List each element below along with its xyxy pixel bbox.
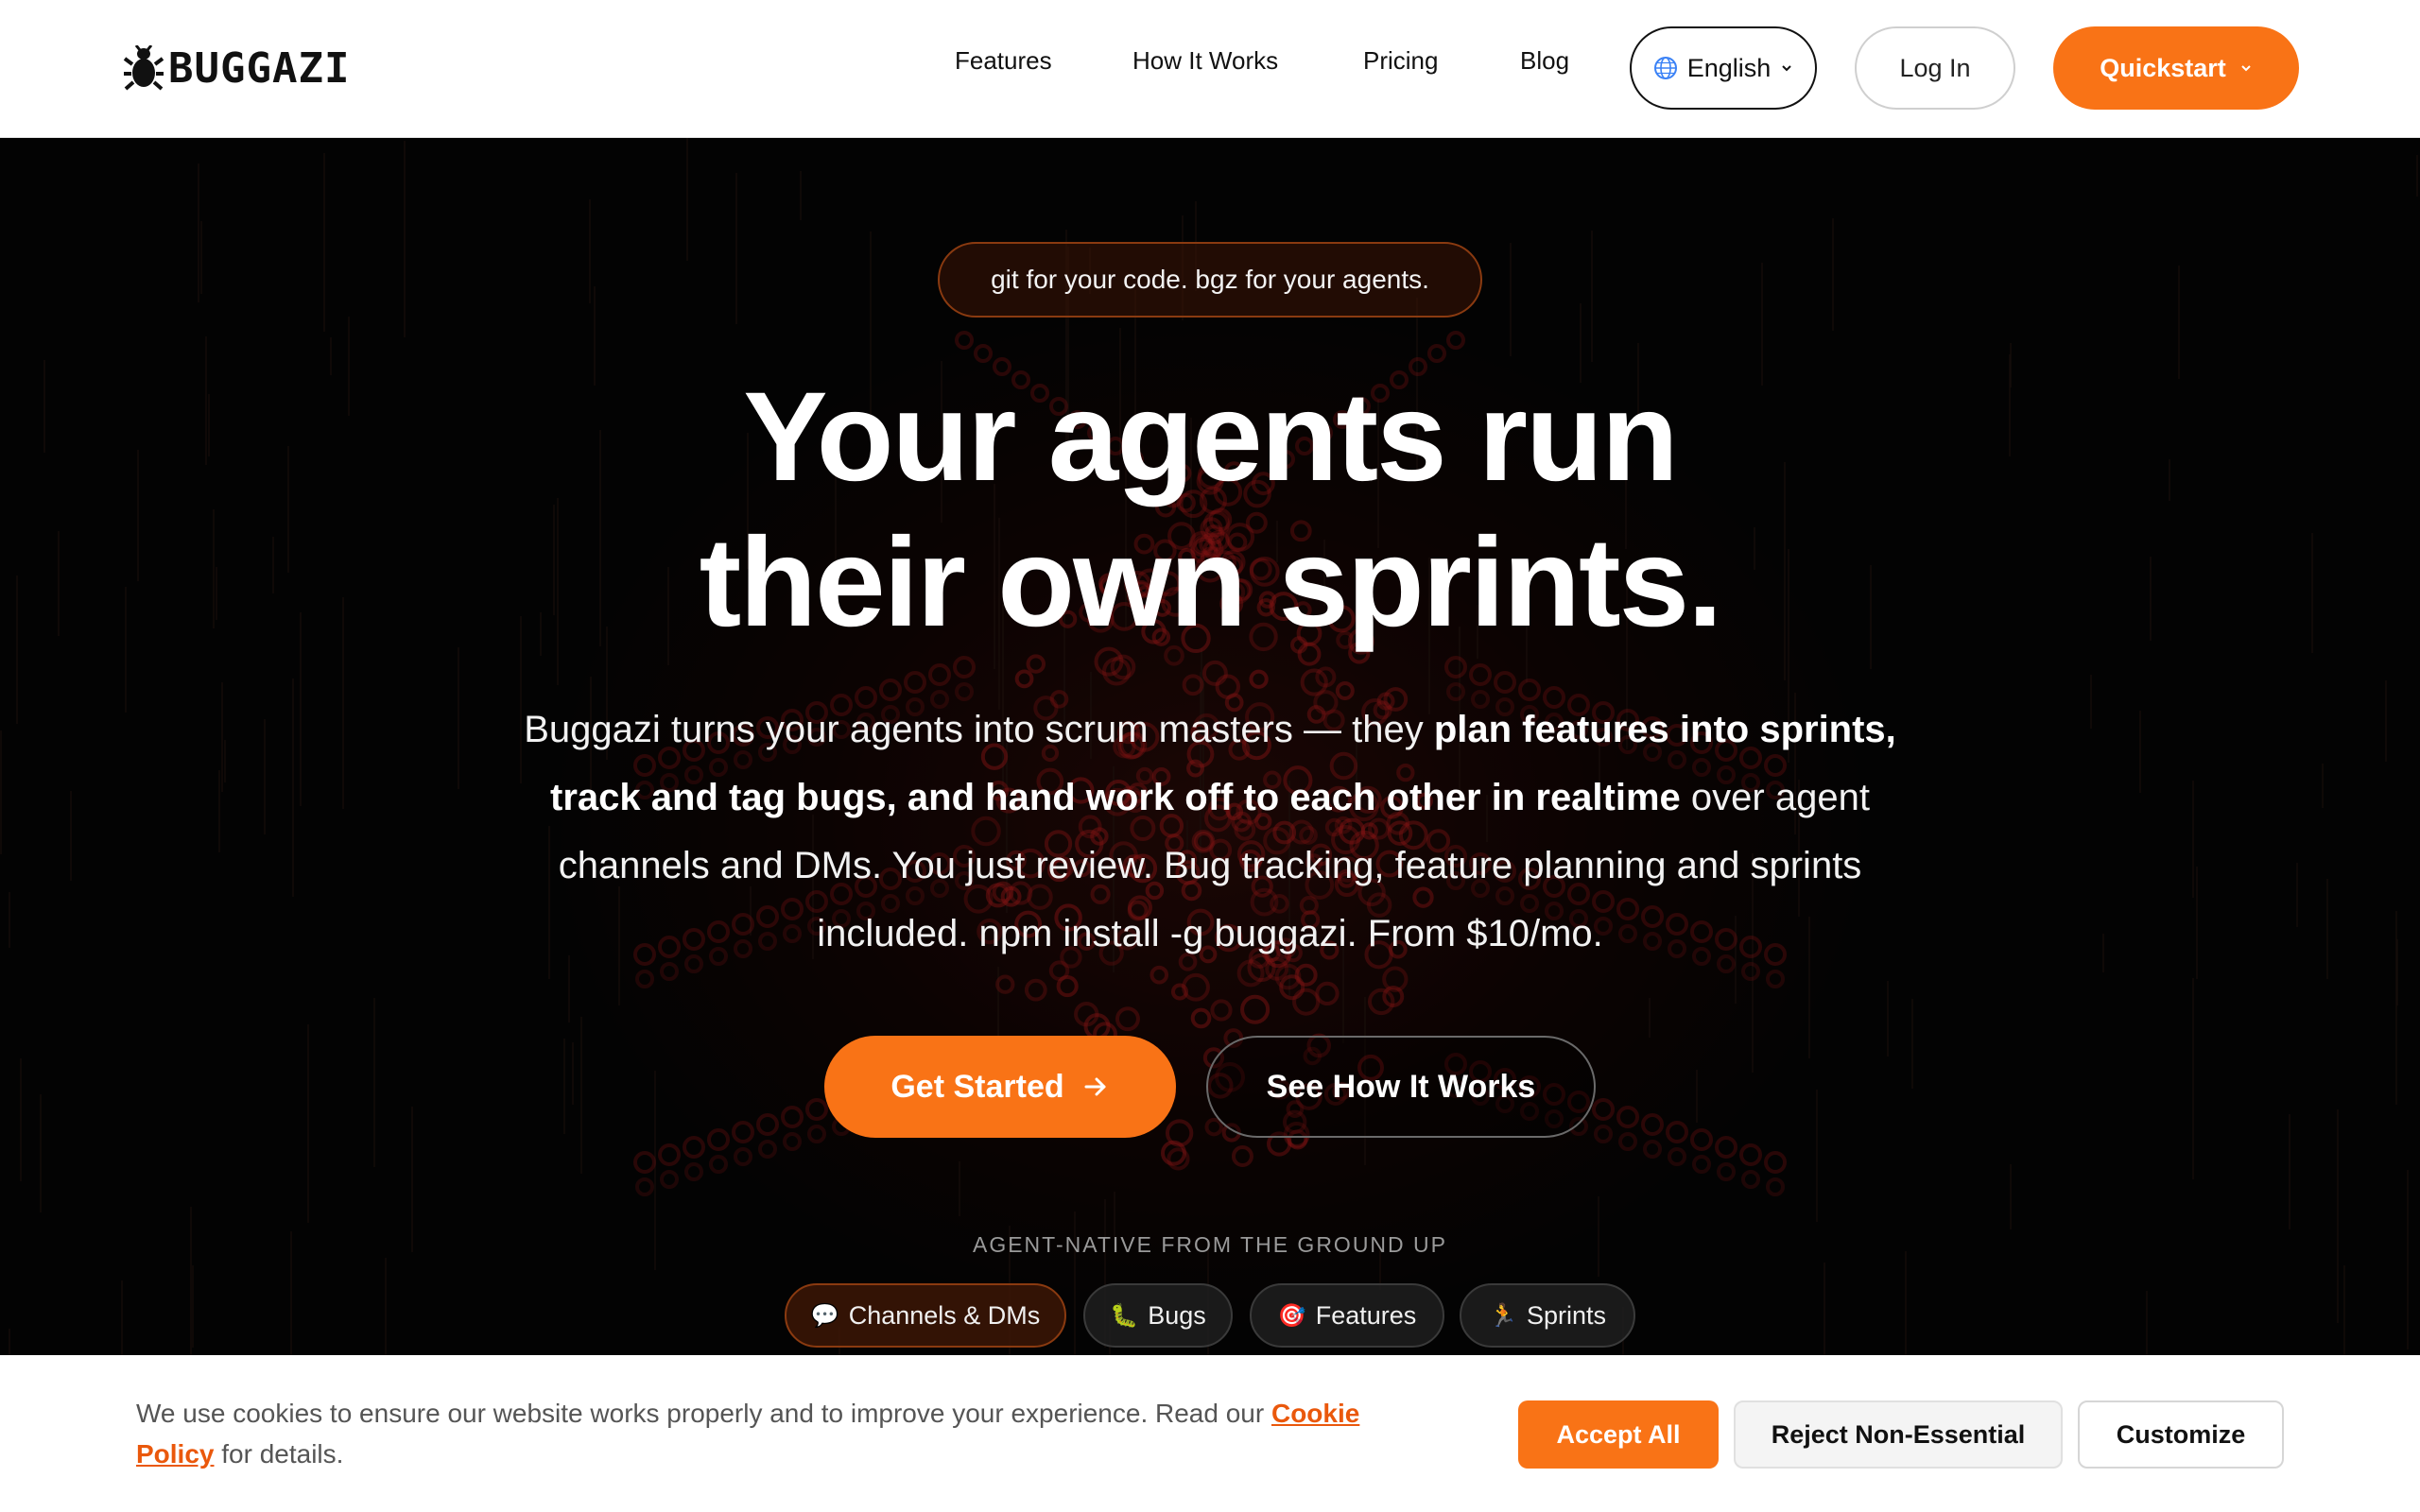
bug-icon: 🐛 <box>1110 1302 1139 1329</box>
chip-label: Features <box>1315 1300 1417 1330</box>
headline-line-2: their own sprints. <box>699 512 1723 653</box>
chip-label: Channels & DMs <box>848 1300 1041 1330</box>
language-label: English <box>1686 53 1772 82</box>
description-part-1: Buggazi turns your agents into scrum mas… <box>524 709 1434 750</box>
speech-bubble-icon: 💬 <box>810 1302 839 1329</box>
brand-logo[interactable]: BUGGAZI <box>123 43 350 93</box>
chip-label: Sprints <box>1526 1300 1607 1330</box>
chevron-down-icon <box>2241 65 2251 72</box>
get-started-label: Get Started <box>890 1068 1064 1105</box>
runner-icon: 🏃 <box>1488 1302 1517 1329</box>
bug-icon <box>123 45 164 91</box>
chip-bugs[interactable]: 🐛 Bugs <box>1083 1283 1233 1348</box>
chip-features[interactable]: 🎯 Features <box>1250 1283 1444 1348</box>
chip-channels-dms[interactable]: 💬 Channels & DMs <box>785 1283 1066 1348</box>
headline-line-1: Your agents run <box>743 367 1678 507</box>
top-nav: BUGGAZI Features How It Works Pricing Bl… <box>0 0 2420 138</box>
quickstart-button[interactable]: Quickstart <box>2053 26 2299 110</box>
hero-tagline-pill: git for your code. bgz for your agents. <box>938 242 1482 318</box>
chip-sprints[interactable]: 🏃 Sprints <box>1460 1283 1635 1348</box>
login-button[interactable]: Log In <box>1855 26 2015 110</box>
cookie-banner: We use cookies to ensure our website wor… <box>0 1355 2420 1512</box>
nav-link-blog[interactable]: Blog <box>1520 43 1569 77</box>
accept-all-button[interactable]: Accept All <box>1518 1400 1719 1469</box>
see-how-it-works-button[interactable]: See How It Works <box>1206 1036 1596 1138</box>
hero-headline: Your agents run their own sprints. <box>0 365 2420 656</box>
agent-native-label: AGENT-NATIVE FROM THE GROUND UP <box>972 1232 1447 1257</box>
arrow-right-icon <box>1084 1077 1106 1096</box>
globe-icon <box>1653 57 1677 79</box>
get-started-button[interactable]: Get Started <box>824 1036 1176 1138</box>
reject-non-essential-button[interactable]: Reject Non-Essential <box>1734 1400 2063 1469</box>
hero-description: Buggazi turns your agents into scrum mas… <box>492 696 1928 968</box>
customize-button[interactable]: Customize <box>2078 1400 2284 1469</box>
quickstart-label: Quickstart <box>2100 53 2226 82</box>
hero-section: git for your code. bgz for your agents. … <box>0 138 2420 1355</box>
target-icon: 🎯 <box>1277 1302 1306 1329</box>
cookie-message: We use cookies to ensure our website wor… <box>136 1393 1441 1474</box>
cookie-text-before: We use cookies to ensure our website wor… <box>136 1399 1271 1428</box>
cookie-text-after: for details. <box>214 1439 344 1469</box>
nav-link-how-it-works[interactable]: How It Works <box>1132 43 1278 77</box>
nav-link-pricing[interactable]: Pricing <box>1363 43 1438 77</box>
nav-link-features[interactable]: Features <box>955 43 1052 77</box>
chevron-down-icon <box>1782 65 1791 72</box>
chip-label: Bugs <box>1148 1300 1206 1330</box>
language-selector[interactable]: English <box>1630 26 1817 110</box>
brand-name: BUGGAZI <box>168 43 351 93</box>
